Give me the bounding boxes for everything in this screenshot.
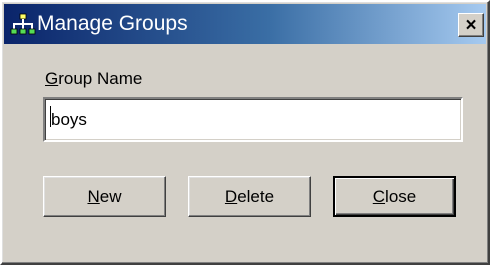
new-button[interactable]: New [43, 176, 166, 217]
close-icon: × [465, 14, 477, 36]
group-tree-icon [10, 13, 36, 35]
group-name-label-mnemonic: G [45, 69, 59, 88]
manage-groups-dialog: Manage Groups × Group Name New Delete Cl… [0, 0, 490, 265]
title-bar[interactable]: Manage Groups × [4, 4, 486, 44]
close-window-button[interactable]: × [458, 13, 484, 37]
close-button-mnemonic: C [372, 186, 386, 206]
group-name-label: Group Name [45, 68, 142, 90]
group-name-input[interactable] [43, 97, 463, 142]
new-button-mnemonic: N [87, 186, 100, 206]
text-caret [50, 106, 51, 127]
delete-button-mnemonic: D [224, 186, 238, 206]
delete-button-label: elete [237, 186, 275, 206]
new-button-label: ew [99, 186, 122, 206]
group-name-label-text: roup Name [58, 69, 143, 88]
window-title: Manage Groups [37, 12, 188, 35]
delete-button[interactable]: Delete [188, 176, 311, 217]
close-button[interactable]: Close [333, 176, 456, 217]
close-button-label: lose [385, 186, 417, 206]
